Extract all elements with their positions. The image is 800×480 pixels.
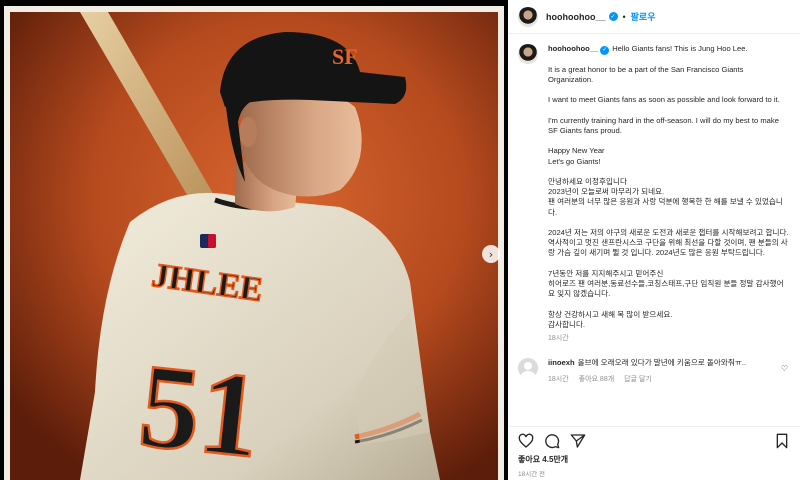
- author-username[interactable]: hoohoohoo__: [546, 12, 606, 22]
- share-icon[interactable]: [570, 433, 586, 449]
- post-header: hoohoohoo__ ✓ • 팔로우: [508, 0, 800, 34]
- comment-item: iinoexh 올브에 오래오래 있다가 말년에 키움으로 돌아와줘ㅠ.. 18시…: [518, 358, 790, 384]
- instagram-post: SF JHLEE 51 › hoohoohoo__ ✓ • 팔로우 hoohoo…: [0, 0, 800, 480]
- post-photo[interactable]: SF JHLEE 51: [10, 12, 498, 480]
- caption-paragraph: 7년동안 저를 지지해주시고 믿어주신 히어로즈 팬 여러분,동료선수들,코칭스…: [548, 268, 784, 299]
- comment-body: iinoexh 올브에 오래오래 있다가 말년에 키움으로 돌아와줘ㅠ.. 18시…: [548, 358, 788, 384]
- caption-author-avatar[interactable]: [518, 44, 538, 64]
- bookmark-icon[interactable]: [774, 433, 790, 449]
- comment-timestamp: 18시간: [548, 376, 569, 384]
- author-avatar[interactable]: [518, 6, 538, 27]
- caption-paragraph: It is a great honor to be a part of the …: [548, 64, 744, 84]
- comment-like-heart-icon[interactable]: ♡: [781, 364, 788, 373]
- comment-meta: 18시간 좋아요 88개 답글 달기: [548, 374, 788, 384]
- verified-badge-icon: ✓: [608, 12, 618, 21]
- caption-paragraph: I'm currently training hard in the off-s…: [548, 115, 779, 135]
- cap-logo: SF: [332, 44, 358, 69]
- verified-badge-icon: ✓: [600, 45, 610, 55]
- caption: hoohoohoo__ ✓ Hello Giants fans! This is J…: [518, 44, 790, 344]
- comments-scroll-area[interactable]: hoohoohoo__ ✓ Hello Giants fans! This is J…: [508, 34, 800, 426]
- caption-username[interactable]: hoohoohoo__: [548, 44, 598, 53]
- post-side-panel: hoohoohoo__ ✓ • 팔로우 hoohoohoo__ ✓ Hello Gi…: [508, 0, 800, 480]
- separator-dot: •: [622, 11, 626, 22]
- next-image-chevron-right-icon[interactable]: ›: [482, 245, 500, 263]
- commenter-avatar[interactable]: [518, 358, 538, 379]
- jersey-number: 51: [133, 338, 266, 480]
- comment-content: 올브에 오래오래 있다가 말년에 키움으로 돌아와줘ㅠ..: [577, 358, 747, 368]
- commenter-username[interactable]: iinoexh: [548, 358, 575, 367]
- action-bar: [508, 426, 800, 454]
- caption-timestamp: 18시간: [548, 334, 569, 342]
- like-count[interactable]: 좋아요 4.5만개: [508, 454, 800, 466]
- caption-paragraph: 항상 건강하시고 새해 복 많이 받으세요. 감사합니다.: [548, 309, 673, 329]
- caption-body: hoohoohoo__ ✓ Hello Giants fans! This is J…: [548, 44, 790, 344]
- caption-text: Hello Giants fans! This is Jung Hoo Lee.: [612, 44, 748, 53]
- like-heart-icon[interactable]: [518, 433, 534, 449]
- caption-paragraph: 안녕하세요 이정후입니다 2023년이 오늘로써 마무리가 되네요. 팬 여러분…: [548, 176, 783, 217]
- player-illustration: SF JHLEE 51: [10, 12, 498, 480]
- caption-paragraph: 2024년 저는 저의 야구의 새로운 도전과 새로운 챕터를 시작해보려고 합…: [548, 227, 789, 258]
- comment-text: iinoexh 올브에 오래오래 있다가 말년에 키움으로 돌아와줘ㅠ..: [548, 358, 788, 368]
- comment-icon[interactable]: [544, 433, 560, 449]
- comment-like-count[interactable]: 좋아요 88개: [579, 374, 615, 384]
- reply-button[interactable]: 답글 달기: [624, 374, 652, 384]
- caption-paragraph: hoohoohoo__ ✓ Hello Giants fans! This is J…: [548, 44, 790, 55]
- photo-frame: SF JHLEE 51: [4, 6, 504, 480]
- follow-button[interactable]: 팔로우: [631, 10, 656, 23]
- post-timestamp: 18시간 전: [518, 471, 545, 478]
- caption-paragraph: I want to meet Giants fans as soon as po…: [548, 95, 780, 105]
- post-media: SF JHLEE 51 ›: [0, 0, 508, 480]
- caption-paragraph: Happy New Year Let's go Giants!: [548, 146, 605, 166]
